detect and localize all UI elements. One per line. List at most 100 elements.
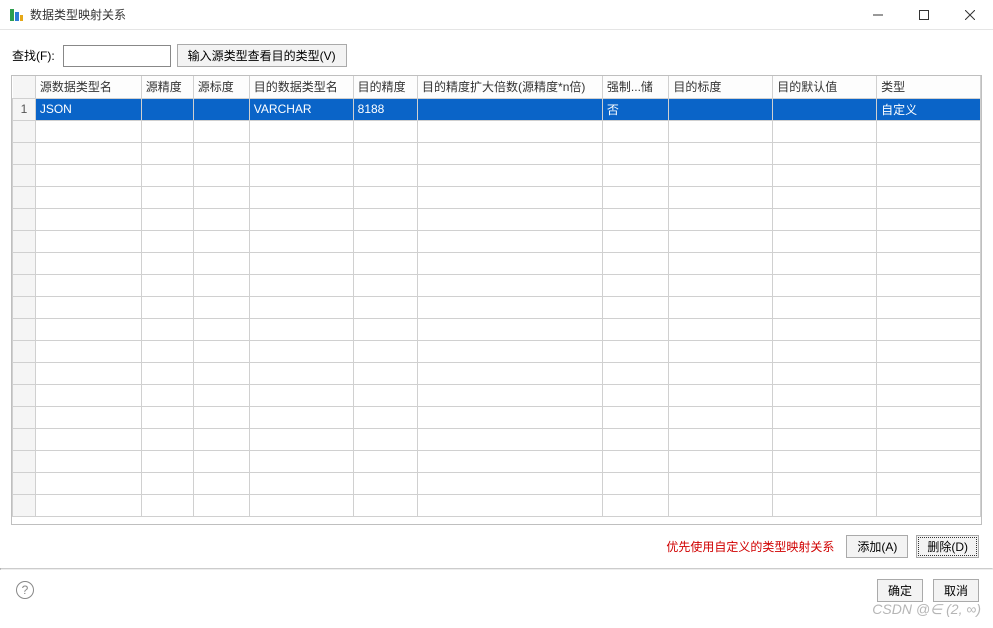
column-header[interactable]: 目的数据类型名 (249, 76, 353, 98)
cell[interactable] (773, 428, 877, 450)
cell[interactable] (249, 362, 353, 384)
cell[interactable] (35, 340, 141, 362)
cell[interactable] (141, 120, 193, 142)
table-row[interactable] (13, 362, 981, 384)
cell[interactable] (249, 274, 353, 296)
cell[interactable] (249, 318, 353, 340)
cell[interactable] (773, 472, 877, 494)
cell[interactable] (773, 274, 877, 296)
cell[interactable] (193, 318, 249, 340)
cell[interactable] (773, 98, 877, 120)
cell[interactable] (193, 98, 249, 120)
cell[interactable] (669, 472, 773, 494)
cell[interactable] (669, 186, 773, 208)
cell[interactable] (141, 494, 193, 516)
cell[interactable] (141, 428, 193, 450)
cell[interactable] (35, 384, 141, 406)
cell[interactable] (141, 252, 193, 274)
cell[interactable] (877, 340, 981, 362)
cell[interactable] (418, 296, 603, 318)
cell[interactable] (35, 120, 141, 142)
cell[interactable] (602, 472, 668, 494)
cell[interactable] (418, 450, 603, 472)
cell[interactable] (669, 120, 773, 142)
cell[interactable] (249, 230, 353, 252)
cell[interactable] (141, 472, 193, 494)
cell[interactable] (353, 274, 417, 296)
column-header[interactable]: 目的精度 (353, 76, 417, 98)
table-row[interactable] (13, 208, 981, 230)
cell[interactable] (418, 472, 603, 494)
cell[interactable] (773, 384, 877, 406)
table-row[interactable] (13, 274, 981, 296)
column-header[interactable]: 源精度 (141, 76, 193, 98)
cell[interactable] (669, 252, 773, 274)
cell[interactable] (353, 472, 417, 494)
cell[interactable] (141, 186, 193, 208)
cell[interactable] (249, 252, 353, 274)
cell[interactable] (353, 428, 417, 450)
column-header[interactable]: 源标度 (193, 76, 249, 98)
cell[interactable] (249, 208, 353, 230)
cell[interactable] (353, 384, 417, 406)
cell[interactable] (193, 186, 249, 208)
cell[interactable] (193, 384, 249, 406)
table-row[interactable] (13, 428, 981, 450)
column-header[interactable]: 目的精度扩大倍数(源精度*n倍) (418, 76, 603, 98)
cell[interactable] (193, 362, 249, 384)
cell[interactable] (249, 472, 353, 494)
cell[interactable] (418, 186, 603, 208)
cell[interactable] (418, 120, 603, 142)
cell[interactable] (35, 252, 141, 274)
cell[interactable] (141, 208, 193, 230)
cell[interactable] (877, 120, 981, 142)
cell[interactable] (353, 208, 417, 230)
column-header[interactable]: 目的标度 (669, 76, 773, 98)
cell[interactable] (193, 494, 249, 516)
ok-button[interactable]: 确定 (877, 579, 923, 602)
cell[interactable] (602, 406, 668, 428)
cell[interactable] (669, 164, 773, 186)
cell[interactable] (877, 472, 981, 494)
table-row[interactable] (13, 164, 981, 186)
table-row[interactable] (13, 186, 981, 208)
cell[interactable] (877, 384, 981, 406)
cell[interactable] (249, 494, 353, 516)
cell[interactable] (35, 318, 141, 340)
cell[interactable] (418, 164, 603, 186)
cell[interactable] (35, 296, 141, 318)
cell[interactable] (669, 340, 773, 362)
cell[interactable] (669, 384, 773, 406)
cell[interactable] (193, 450, 249, 472)
cell[interactable] (193, 252, 249, 274)
table-row[interactable] (13, 340, 981, 362)
minimize-button[interactable] (855, 0, 901, 30)
cell[interactable] (193, 296, 249, 318)
cell[interactable] (418, 428, 603, 450)
cell[interactable] (602, 362, 668, 384)
cell[interactable] (669, 98, 773, 120)
cell[interactable] (141, 142, 193, 164)
cell[interactable] (877, 296, 981, 318)
cell[interactable] (877, 186, 981, 208)
cell[interactable] (35, 494, 141, 516)
table-row[interactable]: 1JSONVARCHAR8188否自定义 (13, 98, 981, 120)
cell[interactable] (353, 120, 417, 142)
cell[interactable] (249, 450, 353, 472)
column-header[interactable]: 强制...储 (602, 76, 668, 98)
cell[interactable] (193, 274, 249, 296)
column-header[interactable]: 目的默认值 (773, 76, 877, 98)
close-button[interactable] (947, 0, 993, 30)
cell[interactable] (602, 230, 668, 252)
cell[interactable] (602, 186, 668, 208)
cell[interactable] (35, 208, 141, 230)
cell[interactable]: JSON (35, 98, 141, 120)
cell[interactable] (877, 450, 981, 472)
cell[interactable] (773, 186, 877, 208)
cell[interactable] (141, 362, 193, 384)
table-row[interactable] (13, 142, 981, 164)
cell[interactable] (669, 494, 773, 516)
cell[interactable] (773, 362, 877, 384)
cell[interactable] (877, 252, 981, 274)
cell[interactable] (877, 428, 981, 450)
